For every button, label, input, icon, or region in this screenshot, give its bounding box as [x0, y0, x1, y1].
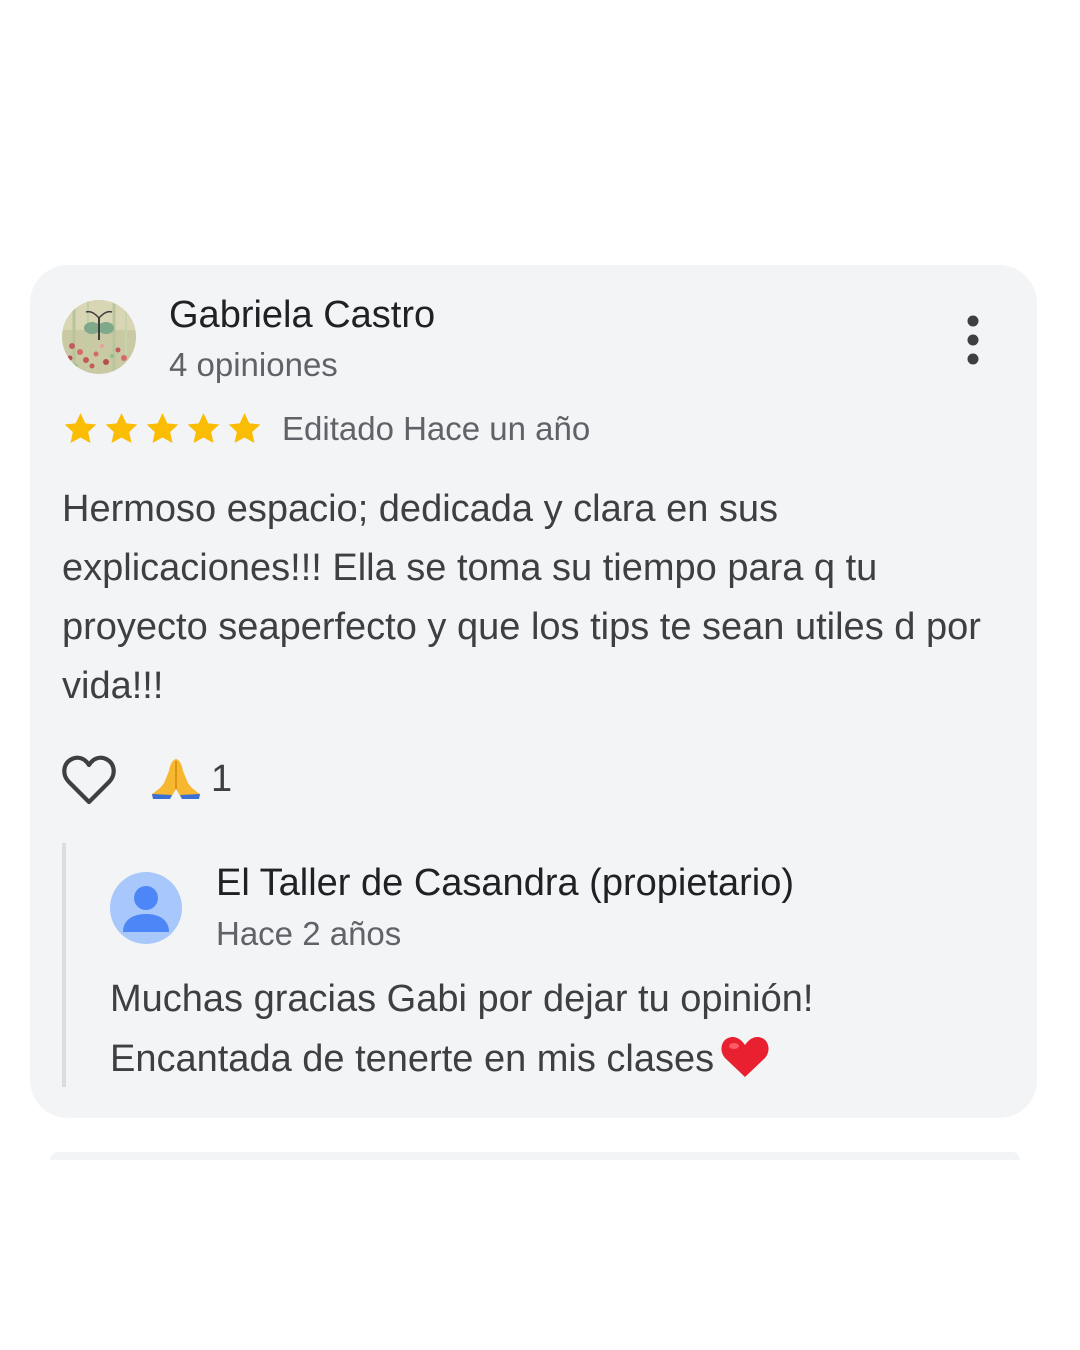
folded-hands-emoji[interactable] [150, 757, 202, 801]
review-edited-time: Editado Hace un año [282, 410, 591, 447]
reply-indent-bar [62, 843, 66, 1087]
star-icon [60, 409, 101, 449]
owner-name: El Taller de Casandra (propietario) [216, 862, 795, 904]
owner-reply-text-block: Muchas gracias Gabi por dejar tu opinión… [110, 969, 990, 1089]
star-icon [142, 409, 183, 449]
reviewer-review-count: 4 opiniones [169, 346, 338, 383]
heart-outline-icon [62, 755, 116, 805]
reviewer-name[interactable]: Gabriela Castro [169, 290, 435, 340]
star-rating [60, 409, 265, 449]
person-icon [110, 872, 182, 944]
review-text: Hermoso espacio; dedicada y clara en sus… [62, 488, 981, 707]
like-button[interactable] [60, 753, 118, 807]
next-review-card [50, 1152, 1020, 1160]
star-icon [224, 409, 265, 449]
star-icon [183, 409, 224, 449]
reaction-count: 1 [211, 758, 233, 800]
owner-reply-text: Muchas gracias Gabi por dejar tu opinión… [110, 978, 814, 1080]
reviewer-avatar[interactable] [62, 300, 136, 374]
star-icon [101, 409, 142, 449]
owner-avatar [110, 872, 182, 944]
red-heart-emoji [720, 1035, 770, 1079]
owner-reply-time: Hace 2 años [216, 915, 402, 952]
more-options-button[interactable] [950, 311, 996, 369]
more-vert-icon [967, 315, 979, 365]
